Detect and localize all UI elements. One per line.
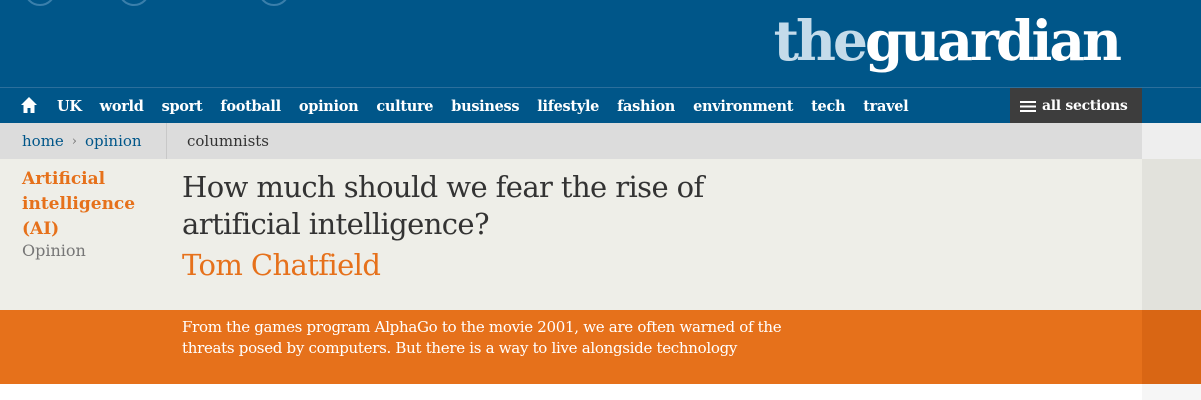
breadcrumb: home › opinion — [22, 123, 142, 159]
logo-the: the — [773, 8, 868, 73]
nav-item-culture[interactable]: culture — [376, 98, 433, 115]
all-sections-label: all sections — [1042, 98, 1128, 114]
section-tag-link[interactable]: Artificial intelligence (AI) — [22, 167, 152, 242]
home-icon[interactable] — [20, 96, 38, 114]
hamburger-menu-icon — [1020, 100, 1036, 112]
masthead-circle-icon[interactable] — [118, 0, 150, 6]
masthead-circle-icon[interactable] — [24, 0, 56, 6]
nav-items: UK world sport football opinion culture … — [57, 88, 926, 124]
standfirst-text: From the games program AlphaGo to the mo… — [182, 318, 782, 357]
logo-guardian: guardian — [864, 8, 1122, 73]
nav-item-tech[interactable]: tech — [811, 98, 845, 115]
nav-item-opinion[interactable]: opinion — [299, 98, 359, 115]
masthead-circle-icon[interactable] — [258, 0, 290, 6]
nav-item-sport[interactable]: sport — [162, 98, 203, 115]
breadcrumb-opinion[interactable]: opinion — [85, 132, 142, 150]
tone-label: Opinion — [22, 241, 86, 260]
nav-item-fashion[interactable]: fashion — [617, 98, 675, 115]
nav-item-environment[interactable]: environment — [693, 98, 793, 115]
nav-item-uk[interactable]: UK — [57, 98, 82, 115]
breadcrumb-bar: home › opinion columnists — [0, 123, 1201, 159]
page-title: How much should we fear the rise of arti… — [182, 170, 704, 241]
headline-area-edge — [1142, 159, 1201, 310]
breadcrumb-chevron-icon: › — [71, 133, 77, 149]
breadcrumb-bar-edge — [1142, 123, 1201, 159]
section-nav: UK world sport football opinion culture … — [0, 87, 1201, 124]
content-start-edge — [1142, 384, 1201, 400]
guardian-logo[interactable]: theguardian — [773, 6, 1122, 76]
nav-item-football[interactable]: football — [220, 98, 281, 115]
nav-item-business[interactable]: business — [451, 98, 519, 115]
breadcrumb-divider — [166, 123, 167, 159]
content-start — [0, 384, 1201, 400]
byline-author-link[interactable]: Tom Chatfield — [182, 247, 381, 284]
standfirst-band-edge — [1142, 310, 1201, 384]
all-sections-button[interactable]: all sections — [1010, 88, 1142, 124]
breadcrumb-home[interactable]: home — [22, 132, 64, 150]
masthead: theguardian — [0, 0, 1201, 87]
breadcrumb-columnists[interactable]: columnists — [187, 123, 269, 159]
nav-item-lifestyle[interactable]: lifestyle — [537, 98, 599, 115]
nav-item-travel[interactable]: travel — [863, 98, 908, 115]
nav-item-world[interactable]: world — [100, 98, 144, 115]
